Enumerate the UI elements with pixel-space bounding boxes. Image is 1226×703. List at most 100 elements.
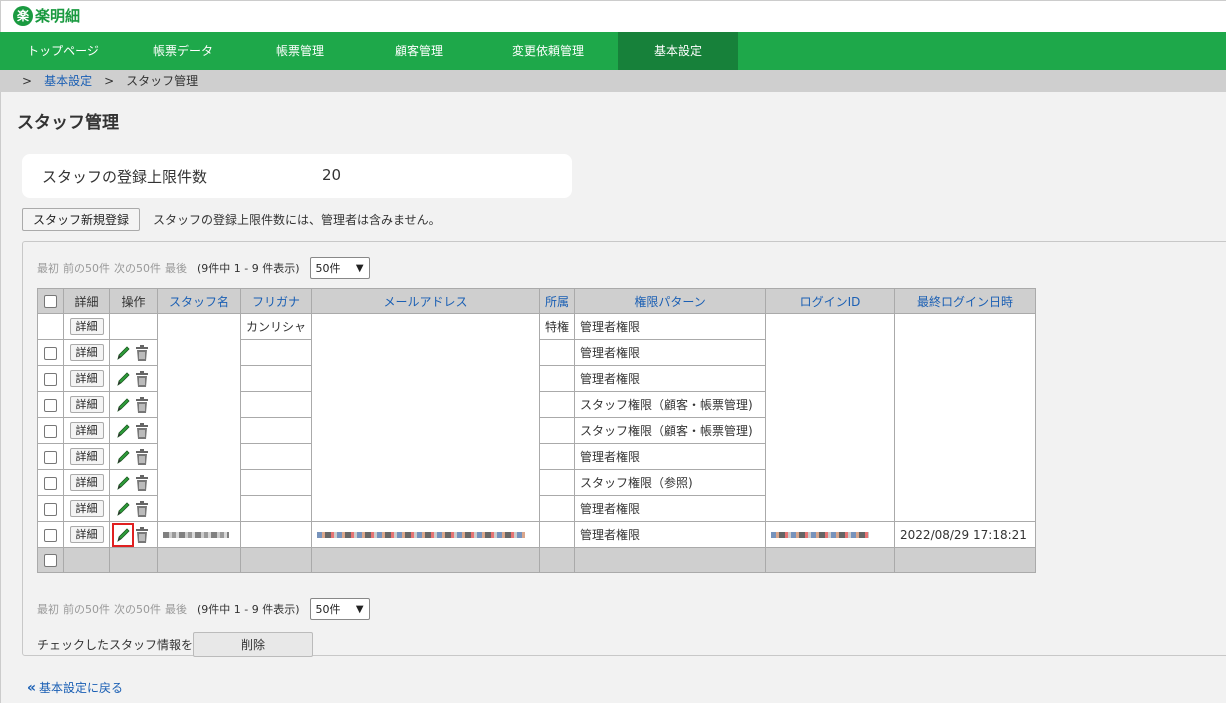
edit-pencil-icon[interactable] [115,344,131,362]
bulk-label: チェックしたスタッフ情報を [37,638,194,652]
edit-pencil-icon[interactable] [115,448,131,466]
edit-pencil-icon[interactable] [115,474,131,492]
per-page-select[interactable]: 50件 ▼ [309,598,370,620]
dept-cell [539,339,576,366]
redacted-email [317,532,526,538]
delete-trash-icon[interactable] [134,396,150,414]
breadcrumb-basic-settings[interactable]: 基本設定 [44,74,92,88]
row-select-cell [37,495,64,522]
row-ops-cell [109,495,158,522]
footer-cell [765,547,896,573]
detail-button[interactable]: 詳細 [69,370,104,387]
detail-button[interactable]: 詳細 [69,474,104,491]
back-link[interactable]: « 基本設定に戻る [27,679,123,696]
delete-trash-icon[interactable] [134,422,150,440]
nav-form-data[interactable]: 帳票データ [126,32,240,70]
delete-trash-icon[interactable] [134,344,150,362]
table-footer-row [37,547,1037,573]
per-page-select[interactable]: 50件 ▼ [309,257,370,279]
pager-last: 最後 [165,603,187,616]
pager-prev: 前の50件 [63,262,110,275]
col-kana[interactable]: フリガナ [239,288,313,314]
delete-trash-icon[interactable] [134,500,150,518]
redacted-name [163,532,229,538]
row-detail-cell: 詳細 [63,469,110,496]
row-checkbox[interactable] [44,424,57,438]
row-checkbox[interactable] [44,398,57,412]
row-checkbox[interactable] [44,450,57,464]
detail-button[interactable]: 詳細 [69,396,104,413]
back-link-label: 基本設定に戻る [39,681,124,695]
footer-cell [63,547,110,573]
email-cell [311,521,541,548]
staff-limit-value: 20 [322,166,342,184]
last-login-cell: 2022/08/29 17:18:21 [894,521,1037,548]
col-login-id[interactable]: ログインID [765,288,896,314]
col-last-login[interactable]: 最終ログイン日時 [894,288,1037,314]
detail-button[interactable]: 詳細 [69,344,104,361]
edit-pencil-icon[interactable] [112,522,134,547]
delete-trash-icon[interactable] [134,526,150,544]
row-detail-cell: 詳細 [63,365,110,392]
row-detail-cell: 詳細 [63,521,110,548]
pager-bottom: 最初 前の50件 次の50件 最後 (9件中 1 - 9 件表示) 50件 ▼ [37,598,370,620]
new-staff-button[interactable]: スタッフ新規登録 [22,208,140,231]
row-checkbox[interactable] [44,372,57,386]
dept-cell [539,443,576,470]
dept-cell [539,495,576,522]
select-all-header [37,288,64,314]
col-role[interactable]: 権限パターン [574,288,767,314]
row-ops-cell [109,443,158,470]
pager-last: 最後 [165,262,187,275]
per-page-value: 50件 [315,262,341,275]
nav-form-management[interactable]: 帳票管理 [240,32,360,70]
edit-pencil-icon[interactable] [115,422,131,440]
role-cell: スタッフ権限（顧客・帳票管理) [574,391,767,418]
col-email[interactable]: メールアドレス [311,288,541,314]
delete-trash-icon[interactable] [134,370,150,388]
staff-limit-box: スタッフの登録上限件数 20 [22,154,572,198]
detail-button[interactable]: 詳細 [69,500,104,517]
kana-cell [239,443,313,470]
dept-cell: 特権 [539,313,576,340]
double-chevron-left-icon: « [27,679,37,696]
row-ops-cell [109,339,158,366]
select-all-checkbox[interactable] [44,295,57,308]
col-dept[interactable]: 所属 [539,288,576,314]
app-logo[interactable]: 楽 楽明細 [13,5,80,26]
staff-name-cell [157,313,241,522]
role-cell: スタッフ権限（参照) [574,469,767,496]
breadcrumb-current: スタッフ管理 [126,74,199,88]
row-checkbox[interactable] [44,502,57,516]
kana-cell [239,365,313,392]
delete-trash-icon[interactable] [134,448,150,466]
row-detail-cell: 詳細 [63,391,110,418]
footer-checkbox[interactable] [44,554,57,567]
detail-button[interactable]: 詳細 [69,448,104,465]
row-checkbox[interactable] [44,528,57,542]
bulk-delete-button[interactable]: 削除 [193,632,314,657]
table-row: 詳細 管理者権限 2022/08/29 17:18:21 [37,521,1037,548]
detail-button[interactable]: 詳細 [69,422,104,439]
dept-cell [539,417,576,444]
nav-customer-management[interactable]: 顧客管理 [360,32,478,70]
main-content: スタッフ管理 スタッフの登録上限件数 20 スタッフ新規登録 スタッフの登録上限… [0,92,1226,703]
row-ops-cell [109,469,158,496]
row-detail-cell: 詳細 [63,339,110,366]
col-staff-name[interactable]: スタッフ名 [157,288,241,314]
row-select-cell [37,339,64,366]
row-ops-cell [109,313,158,340]
row-checkbox[interactable] [44,346,57,360]
edit-pencil-icon[interactable] [115,500,131,518]
detail-button[interactable]: 詳細 [69,318,104,335]
edit-pencil-icon[interactable] [115,370,131,388]
edit-pencil-icon[interactable] [115,396,131,414]
nav-change-request[interactable]: 変更依頼管理 [478,32,618,70]
login-id-cell [765,521,896,548]
delete-trash-icon[interactable] [134,474,150,492]
pager-top: 最初 前の50件 次の50件 最後 (9件中 1 - 9 件表示) 50件 ▼ [37,257,370,279]
detail-button[interactable]: 詳細 [69,526,104,543]
nav-basic-settings[interactable]: 基本設定 [618,32,738,70]
row-checkbox[interactable] [44,476,57,490]
nav-top-page[interactable]: トップページ [0,32,126,70]
